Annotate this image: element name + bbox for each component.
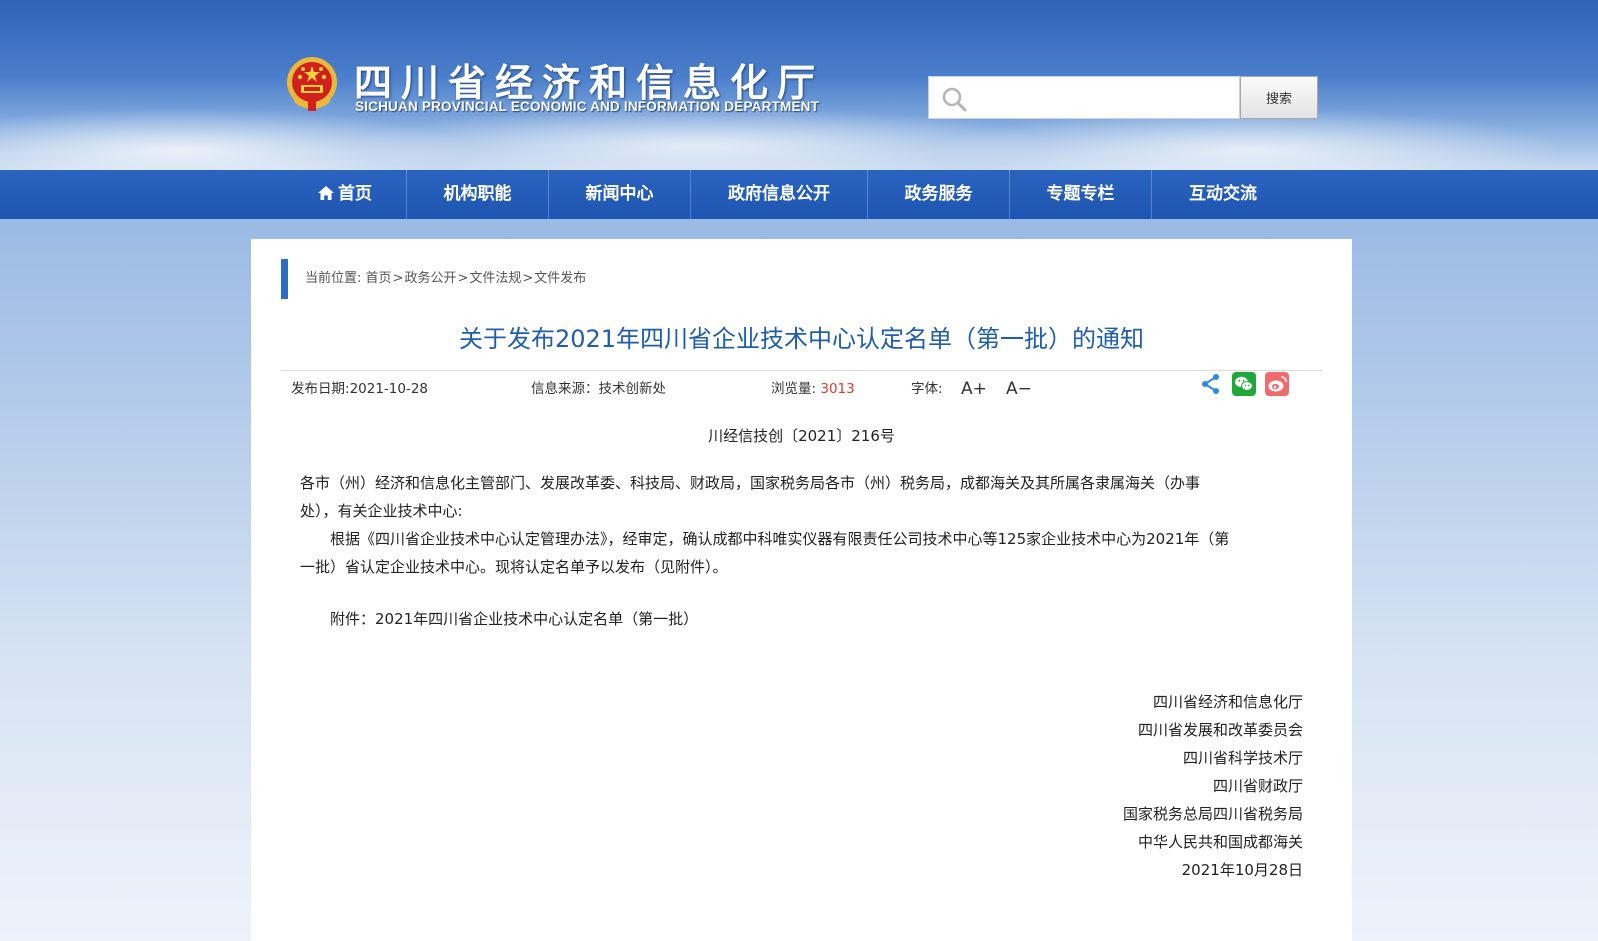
font-size-label: 字体:	[911, 381, 943, 397]
signatory: 中华人民共和国成都海关	[1137, 833, 1303, 851]
paragraph-line: 根据《四川省企业技术中心认定管理办法》，经审定，确认成都中科唯实仪器有限责任公司…	[330, 530, 1230, 548]
search-input[interactable]	[975, 83, 1230, 113]
font-increase-button[interactable]: A+	[961, 377, 987, 401]
publish-date-label: 发布日期:	[291, 381, 350, 397]
article-body: 各市（州）经济和信息化主管部门、发展改革委、科技局、财政局，国家税务局各市（州）…	[300, 469, 1304, 581]
signatory: 四川省财政厅	[1212, 777, 1303, 795]
info-source-value: 技术创新处	[598, 381, 667, 397]
nav-item-gov-info[interactable]: 政府信息公开	[691, 170, 868, 219]
paragraph-line: 一批）省认定企业技术中心。现将认定名单予以发布（见附件）。	[300, 558, 728, 576]
national-emblem-logo	[287, 57, 337, 111]
search-icon	[942, 87, 967, 112]
nav-item-topics[interactable]: 专题专栏	[1010, 170, 1152, 219]
breadcrumb-regulations[interactable]: 文件法规	[469, 271, 521, 286]
signatory: 四川省科学技术厅	[1182, 749, 1303, 767]
nav-item-home[interactable]: 首页	[284, 170, 407, 219]
sign-date: 2021年10月28日	[1181, 861, 1303, 879]
attachment-link[interactable]: 附件：2021年四川省企业技术中心认定名单（第一批）	[300, 605, 1304, 633]
article-panel: 当前位置: 首页>政务公开>文件法规>文件发布 关于发布2021年四川省企业技术…	[251, 239, 1352, 941]
font-decrease-button[interactable]: A−	[1006, 377, 1032, 401]
nav-item-label: 机构职能	[443, 184, 512, 204]
weibo-icon[interactable]	[1264, 371, 1290, 397]
nav-item-services[interactable]: 政务服务	[868, 170, 1010, 219]
view-count-label: 浏览量:	[771, 381, 817, 397]
nav-item-label: 互动交流	[1189, 184, 1257, 204]
main-nav: 首页 机构职能 新闻中心 政府信息公开 政务服务 专题专栏 互动交流	[0, 170, 1598, 219]
view-count-value: 3013	[820, 381, 855, 397]
site-header: 四川省经济和信息化厅 SICHUAN PROVINCIAL ECONOMIC A…	[0, 0, 1598, 170]
signatory: 四川省经济和信息化厅	[1152, 693, 1303, 711]
breadcrumb-separator: >	[522, 271, 534, 286]
document-number: 川经信技创〔2021〕216号	[708, 427, 895, 445]
signatory: 国家税务总局四川省税务局	[1122, 805, 1303, 823]
info-source: 信息来源：技术创新处	[531, 377, 666, 401]
nav-item-label: 专题专栏	[1046, 184, 1115, 204]
nav-item-label: 政务服务	[904, 184, 973, 204]
title-divider	[281, 370, 1322, 371]
breadcrumb: 当前位置: 首页>政务公开>文件法规>文件发布	[281, 259, 586, 299]
view-count: 浏览量: 3013	[771, 377, 855, 401]
wechat-icon[interactable]	[1231, 371, 1257, 397]
site-subtitle: SICHUAN PROVINCIAL ECONOMIC AND INFORMAT…	[355, 99, 820, 114]
search-box	[928, 76, 1240, 119]
paragraph-line: 处），有关企业技术中心:	[300, 502, 463, 520]
signatory: 四川省发展和改革委员会	[1137, 721, 1303, 739]
breadcrumb-gov-affairs[interactable]: 政务公开	[404, 271, 456, 286]
home-icon	[318, 186, 334, 200]
breadcrumb-publications[interactable]: 文件发布	[534, 271, 586, 286]
breadcrumb-home[interactable]: 首页	[366, 271, 392, 286]
breadcrumb-separator: >	[457, 271, 469, 286]
article-title: 关于发布2021年四川省企业技术中心认定名单（第一批）的通知	[458, 325, 1145, 353]
nav-item-news[interactable]: 新闻中心	[549, 170, 691, 219]
publish-date: 发布日期:2021-10-28	[291, 377, 428, 401]
breadcrumb-separator: >	[392, 271, 404, 286]
nav-item-label: 政府信息公开	[728, 184, 830, 204]
nav-item-organization[interactable]: 机构职能	[407, 170, 549, 219]
info-source-label: 信息来源：	[531, 381, 599, 397]
nav-item-interaction[interactable]: 互动交流	[1152, 170, 1294, 219]
breadcrumb-prefix: 当前位置:	[305, 271, 362, 286]
nav-item-label: 新闻中心	[585, 184, 654, 204]
nav-item-label: 首页	[338, 184, 372, 204]
publish-date-value: 2021-10-28	[349, 381, 429, 397]
share-icon[interactable]	[1198, 371, 1224, 397]
paragraph-line: 各市（州）经济和信息化主管部门、发展改革委、科技局、财政局，国家税务局各市（州）…	[300, 474, 1201, 492]
search-button[interactable]: 搜索	[1240, 76, 1318, 119]
